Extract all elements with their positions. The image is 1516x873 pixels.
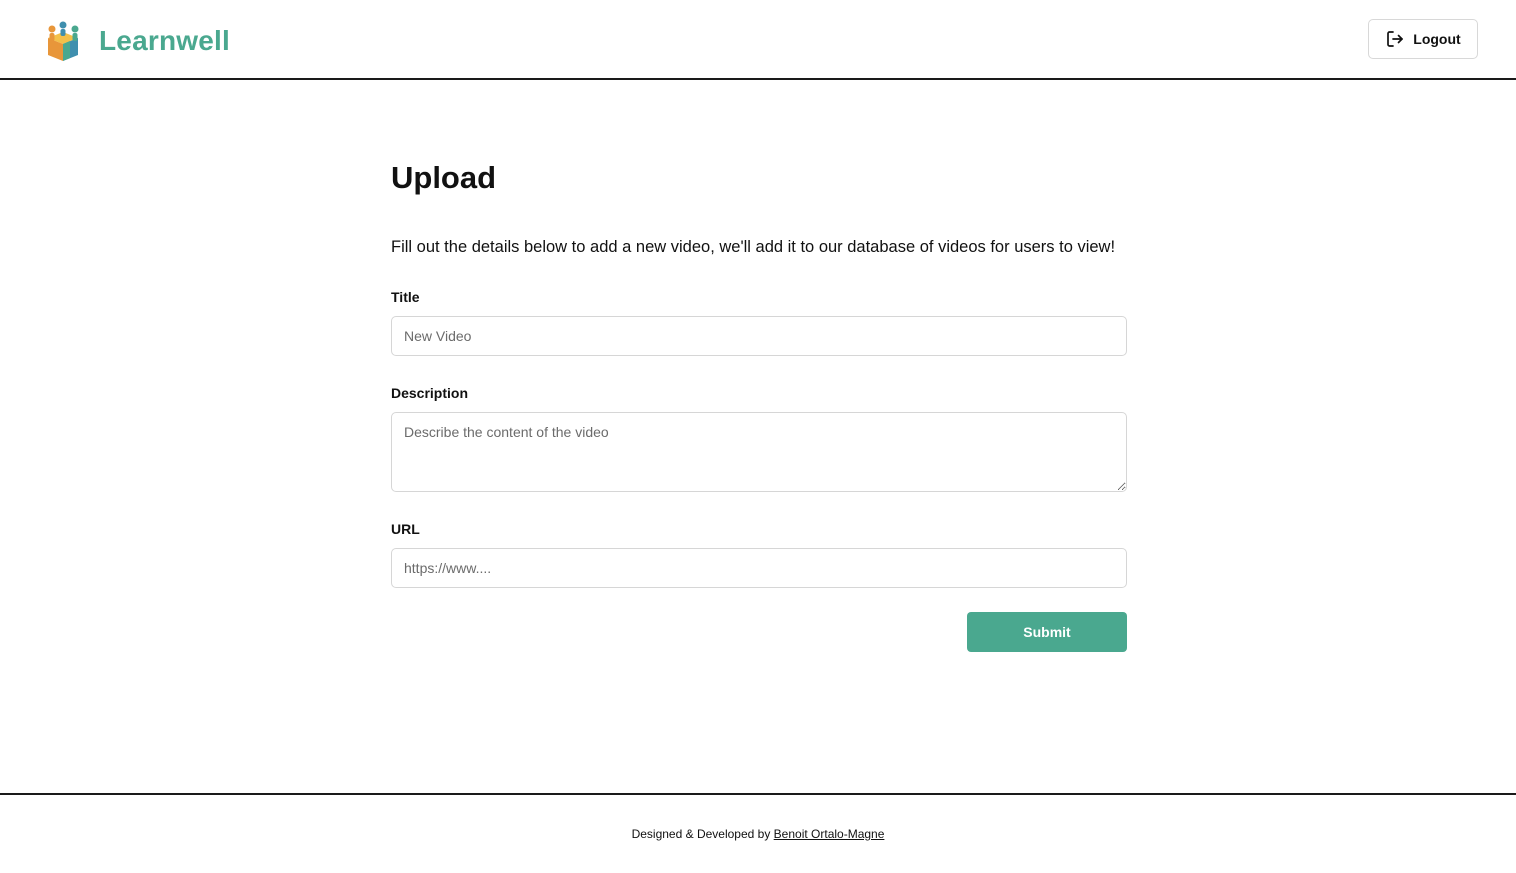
title-input[interactable] <box>391 316 1127 356</box>
brand-name: Learnwell <box>99 25 230 56</box>
footer-credit: Designed & Developed by Benoit Ortalo-Ma… <box>0 827 1516 841</box>
site-footer: Designed & Developed by Benoit Ortalo-Ma… <box>0 793 1516 873</box>
learnwell-logo-icon <box>48 21 79 61</box>
footer-credit-prefix: Designed & Developed by <box>631 827 774 841</box>
site-header: Learnwell Logout <box>0 0 1516 80</box>
description-textarea[interactable] <box>391 412 1127 492</box>
url-label: URL <box>391 521 420 537</box>
logout-button[interactable]: Logout <box>1368 19 1478 59</box>
url-input[interactable] <box>391 548 1127 588</box>
logout-label: Logout <box>1413 31 1461 47</box>
page-title: Upload <box>391 160 497 195</box>
title-label: Title <box>391 289 420 305</box>
submit-button[interactable]: Submit <box>967 612 1127 652</box>
description-label: Description <box>391 385 469 401</box>
page-description: Fill out the details below to add a new … <box>391 238 1116 256</box>
logout-icon <box>1387 31 1404 47</box>
brand[interactable]: Learnwell <box>42 20 230 62</box>
author-link[interactable]: Benoit Ortalo-Magne <box>774 827 885 841</box>
